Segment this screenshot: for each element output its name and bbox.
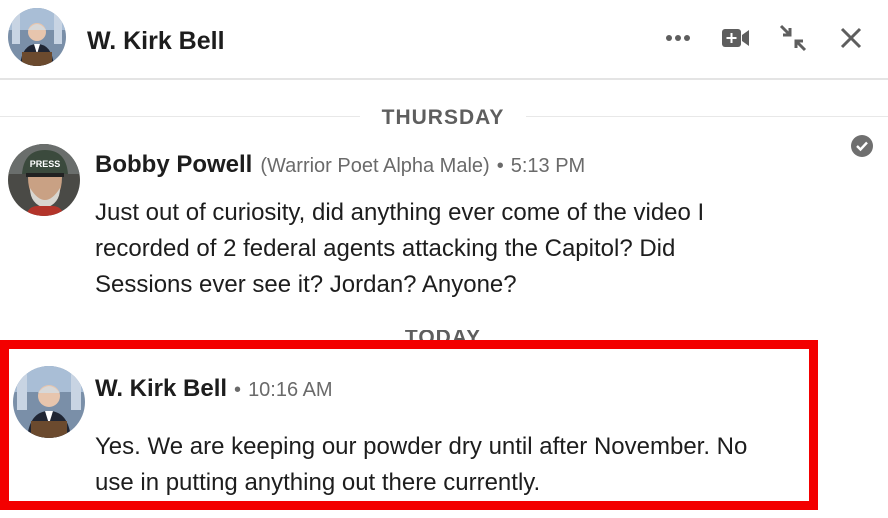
message-line: use in putting anything out there curren…	[95, 469, 541, 496]
day-divider-thursday: THURSDAY	[0, 106, 888, 130]
message-line: Yes. We are keeping our powder dry until…	[95, 433, 748, 460]
message-line: Just out of curiosity, did anything ever…	[95, 199, 705, 226]
highlighted-message: W. Kirk Bell • 10:16 AM Yes. We are keep…	[0, 340, 818, 510]
message-time: 5:13 PM	[510, 155, 586, 177]
more-options-button[interactable]	[660, 20, 696, 56]
close-button[interactable]	[833, 20, 869, 56]
sender-name[interactable]: Bobby Powell	[95, 151, 252, 179]
message-line: recorded of 2 federal agents attacking t…	[95, 235, 676, 262]
day-divider-today: TODAY	[0, 330, 888, 340]
read-receipt-check-icon	[851, 135, 873, 157]
sender-name[interactable]: W. Kirk Bell	[95, 375, 227, 403]
sender-avatar[interactable]	[13, 366, 85, 438]
more-icon	[666, 35, 690, 41]
chat-title: W. Kirk Bell	[87, 27, 225, 55]
contact-avatar[interactable]	[8, 8, 66, 66]
video-plus-icon	[722, 29, 749, 47]
video-call-button[interactable]	[718, 20, 754, 56]
message-body: Yes. We are keeping our powder dry until…	[95, 429, 805, 501]
day-label: THURSDAY	[360, 106, 526, 130]
separator-dot: •	[234, 379, 242, 401]
close-icon	[840, 27, 862, 49]
message-body: Just out of curiosity, did anything ever…	[95, 195, 795, 303]
separator-dot: •	[496, 155, 504, 177]
day-label: TODAY	[360, 330, 526, 340]
minimize-icon	[779, 24, 807, 52]
press-badge-text: PRESS	[30, 159, 61, 169]
sender-avatar[interactable]: PRESS	[8, 144, 80, 216]
minimize-button[interactable]	[775, 20, 811, 56]
chat-header: W. Kirk Bell	[0, 0, 888, 80]
message-headline: W. Kirk Bell • 10:16 AM	[95, 375, 333, 403]
message-line: Sessions ever see it? Jordan? Anyone?	[95, 271, 517, 298]
sender-headline: (Warrior Poet Alpha Male)	[260, 155, 490, 177]
message-time: 10:16 AM	[248, 379, 333, 401]
message-headline: Bobby Powell (Warrior Poet Alpha Male) •…	[95, 151, 585, 179]
